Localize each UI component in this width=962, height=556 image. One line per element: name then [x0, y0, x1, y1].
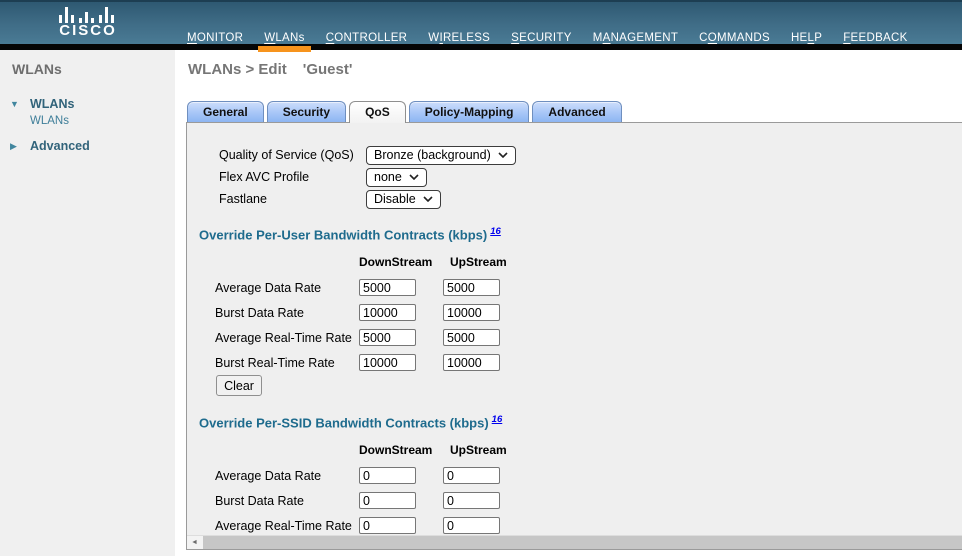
- per-user-burst-data-rate-upstream-input[interactable]: [443, 304, 500, 321]
- select-value: none: [374, 169, 402, 184]
- chevron-down-icon: [423, 195, 433, 202]
- field-row-quality-of-service-qos: Quality of Service (QoS) Bronze (backgrou…: [219, 144, 516, 166]
- chevron-right-icon: ▶: [10, 140, 17, 151]
- page-title: WLANs > Edit 'Guest': [188, 61, 352, 78]
- footnote-link-16[interactable]: 16: [492, 414, 503, 425]
- clear-button[interactable]: Clear: [216, 375, 262, 396]
- per-ssid-burst-data-rate-upstream-input[interactable]: [443, 492, 500, 509]
- table-row-average-data-rate: Average Data Rate: [215, 463, 527, 488]
- nav-item-wireless[interactable]: WIRELESS: [428, 32, 490, 44]
- top-header: CISCO MONITOR WLANs CONTROLLER WIRELESS SECU…: [0, 0, 962, 52]
- chevron-down-icon: [498, 151, 508, 158]
- tab-general[interactable]: General: [187, 101, 264, 122]
- table-row-burst-data-rate: Burst Data Rate: [215, 488, 527, 513]
- sidebar: WLANs ▼ WLANs WLANs ▶ Advanced: [0, 50, 175, 556]
- sidebar-item-wlans-child[interactable]: WLANs: [30, 115, 90, 127]
- top-nav: MONITOR WLANs CONTROLLER WIRELESS SECURITY MA…: [187, 2, 908, 52]
- row-label: Burst Data Rate: [215, 305, 304, 320]
- per-user-average-real-time-rate-upstream-input[interactable]: [443, 329, 500, 346]
- breadcrumb: WLANs > Edit: [188, 61, 287, 78]
- field-label: Quality of Service (QoS): [219, 148, 354, 162]
- per-user-burst-real-time-rate-downstream-input[interactable]: [359, 354, 416, 371]
- scroll-left-button[interactable]: ◄: [187, 536, 202, 549]
- quality-of-service-qos-select[interactable]: Bronze (background): [366, 145, 516, 165]
- nav-item-wlans[interactable]: WLANs: [258, 32, 311, 52]
- select-value: Bronze (background): [374, 147, 491, 162]
- chevron-down-icon: [409, 173, 419, 180]
- field-row-fastlane: Fastlane Disable: [219, 188, 516, 210]
- per-user-bandwidth-table: DownStream UpStream Average Data Rate Burst…: [215, 249, 527, 375]
- select-value: Disable: [374, 191, 416, 206]
- nav-item-monitor[interactable]: MONITOR: [187, 32, 243, 44]
- nav-item-help[interactable]: HELP: [791, 32, 822, 44]
- per-ssid-burst-data-rate-downstream-input[interactable]: [359, 492, 416, 509]
- cisco-logo-bars-icon: [59, 7, 114, 23]
- tab-content-panel: Quality of Service (QoS) Bronze (backgrou…: [186, 122, 962, 550]
- table-row-burst-data-rate: Burst Data Rate: [215, 300, 527, 325]
- column-header-upstream: UpStream: [450, 443, 507, 457]
- cisco-logo: CISCO: [52, 6, 124, 38]
- nav-item-management[interactable]: MANAGEMENT: [593, 32, 678, 44]
- tab-advanced[interactable]: Advanced: [532, 101, 622, 122]
- column-header-upstream: UpStream: [450, 255, 507, 269]
- active-nav-indicator: [258, 46, 311, 52]
- per-ssid-average-real-time-rate-upstream-input[interactable]: [443, 517, 500, 534]
- table-row-burst-real-time-rate: Burst Real-Time Rate: [215, 350, 527, 375]
- column-header-downstream: DownStream: [359, 255, 433, 269]
- column-headers: DownStream UpStream: [215, 437, 527, 463]
- column-headers: DownStream UpStream: [215, 249, 527, 275]
- per-user-section-heading: Override Per-User Bandwidth Contracts (k…: [199, 226, 501, 243]
- scrollbar-thumb[interactable]: [203, 536, 962, 549]
- table-row-average-real-time-rate: Average Real-Time Rate: [215, 325, 527, 350]
- footnote-link-16[interactable]: 16: [490, 226, 501, 237]
- horizontal-scrollbar[interactable]: ◄: [187, 535, 962, 549]
- sidebar-title: WLANs: [12, 61, 62, 77]
- left-arrow-icon: ◄: [191, 539, 198, 546]
- per-ssid-average-real-time-rate-downstream-input[interactable]: [359, 517, 416, 534]
- row-label: Burst Real-Time Rate: [215, 355, 335, 370]
- row-label: Average Real-Time Rate: [215, 518, 352, 533]
- per-ssid-section-heading: Override Per-SSID Bandwidth Contracts (k…: [199, 414, 503, 431]
- nav-item-security[interactable]: SECURITY: [511, 32, 572, 44]
- sidebar-item-advanced[interactable]: ▶ Advanced: [10, 139, 90, 153]
- chevron-down-icon: ▼: [10, 99, 19, 109]
- tab-security[interactable]: Security: [266, 101, 347, 122]
- row-label: Average Data Rate: [215, 468, 322, 483]
- qos-fields: Quality of Service (QoS) Bronze (backgrou…: [219, 144, 516, 210]
- sidebar-item-label: Advanced: [30, 139, 90, 153]
- tab-policy-mapping[interactable]: Policy-Mapping: [408, 101, 530, 122]
- wlan-name: 'Guest': [302, 61, 353, 78]
- row-label: Average Real-Time Rate: [215, 330, 352, 345]
- field-label: Flex AVC Profile: [219, 170, 310, 184]
- per-user-average-data-rate-downstream-input[interactable]: [359, 279, 416, 296]
- sidebar-tree: ▼ WLANs WLANs ▶ Advanced: [10, 97, 90, 153]
- per-user-average-data-rate-upstream-input[interactable]: [443, 279, 500, 296]
- nav-item-feedback[interactable]: FEEDBACK: [843, 32, 907, 44]
- fastlane-select[interactable]: Disable: [366, 189, 441, 209]
- nav-item-controller[interactable]: CONTROLLER: [326, 32, 408, 44]
- column-header-downstream: DownStream: [359, 443, 433, 457]
- tab-qos[interactable]: QoS: [349, 101, 406, 123]
- row-label: Average Data Rate: [215, 280, 322, 295]
- field-label: Fastlane: [219, 192, 267, 206]
- nav-item-commands[interactable]: COMMANDS: [699, 32, 770, 44]
- per-ssid-average-data-rate-downstream-input[interactable]: [359, 467, 416, 484]
- sidebar-item-label: WLANs: [30, 97, 75, 111]
- table-row-average-data-rate: Average Data Rate: [215, 275, 527, 300]
- sidebar-item-wlans[interactable]: ▼ WLANs: [10, 97, 90, 111]
- flex-avc-profile-select[interactable]: none: [366, 167, 427, 187]
- per-user-average-real-time-rate-downstream-input[interactable]: [359, 329, 416, 346]
- per-ssid-average-data-rate-upstream-input[interactable]: [443, 467, 500, 484]
- field-row-flex-avc-profile: Flex AVC Profile none: [219, 166, 516, 188]
- tab-bar: General Security QoS Policy-Mapping Advanced: [187, 101, 622, 123]
- row-label: Burst Data Rate: [215, 493, 304, 508]
- per-ssid-bandwidth-table: DownStream UpStream Average Data Rate Burst…: [215, 437, 527, 538]
- cisco-logo-text: CISCO: [59, 22, 117, 39]
- per-user-burst-real-time-rate-upstream-input[interactable]: [443, 354, 500, 371]
- per-user-burst-data-rate-downstream-input[interactable]: [359, 304, 416, 321]
